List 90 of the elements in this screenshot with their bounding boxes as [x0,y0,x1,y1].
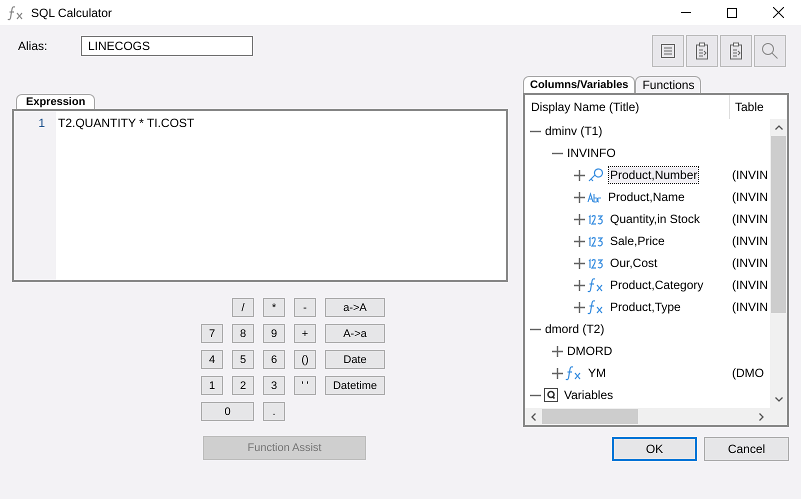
keypad-key[interactable]: 7 [201,324,223,343]
clipboard-icon [695,42,709,60]
list-icon [660,43,676,59]
dialog-button[interactable]: OK [612,437,697,461]
table-cell-text: (DMO [732,366,765,380]
keypad-key[interactable]: 8 [232,324,254,343]
keypad-key[interactable]: 6 [263,350,285,369]
keypad-key[interactable]: 1 [201,376,223,395]
keypad-key[interactable]: 9 [263,324,285,343]
tree-item[interactable]: Variables [562,386,616,404]
scroll-down-icon[interactable] [774,397,782,402]
tree-item[interactable]: Our,Cost [608,254,660,272]
toolbar-button[interactable] [686,35,718,67]
tab[interactable]: Functions [635,76,702,93]
code-line: T2.QUANTITY * TI.COST [58,116,194,130]
table-cell-text: (INVIN [732,278,769,292]
tree-item[interactable]: Quantity,in Stock [608,210,702,228]
table-cell-text: (INVIN [732,212,769,226]
keypad-key[interactable]: A->a [325,324,385,343]
table-cell-text: (INVIN [732,190,769,204]
column-header[interactable]: Display Name (Title) [525,95,730,119]
expand-icon[interactable] [552,346,563,356]
table-cell-text: (INVIN [732,300,769,314]
toolbar-button[interactable] [652,35,684,67]
text-type-icon [587,190,603,204]
tab[interactable]: Columns/Variables [523,76,636,93]
keypad-key[interactable]: a->A [325,298,385,317]
table-cell-text: (INVIN [732,256,769,270]
tree-item[interactable]: Product,Number [608,166,700,184]
dialog-button[interactable]: Cancel [704,437,789,461]
close-icon[interactable] [772,7,784,18]
expand-icon[interactable] [574,192,585,202]
column-header[interactable]: Table [730,100,764,114]
query-icon [543,387,559,403]
keypad-key[interactable]: / [232,298,254,317]
key-icon [587,167,605,183]
tree-item[interactable]: INVINFO [565,144,618,162]
window-title: SQL Calculator [31,6,112,20]
scroll-right-icon[interactable] [759,412,764,420]
keypad-key[interactable]: Datetime [325,376,385,395]
clipboard-icon [729,42,743,60]
alias-label: Alias: [17,39,48,53]
tree-item[interactable]: Product,Name [606,188,687,206]
keypad-key[interactable]: () [294,350,316,369]
expand-icon[interactable] [574,170,585,180]
tree-item[interactable]: Sale,Price [608,232,667,250]
expand-icon[interactable] [574,280,585,290]
scroll-left-icon[interactable] [531,412,536,420]
tree-item[interactable]: Product,Category [608,276,706,294]
expression-tab[interactable]: Expression [16,94,96,109]
search-icon [761,42,779,60]
function-icon [565,365,583,381]
expand-icon[interactable] [552,368,563,378]
table-cell-text: (INVIN [732,168,769,182]
expand-icon[interactable] [574,302,585,312]
alias-field[interactable]: LINECOGS [81,36,253,56]
number-type-icon [587,234,605,248]
keypad-key[interactable]: 4 [201,350,223,369]
keypad-key[interactable]: 3 [263,376,285,395]
horizontal-scrollbar[interactable] [525,408,787,425]
keypad-key[interactable]: * [263,298,285,317]
number-type-icon [587,212,605,226]
expand-icon[interactable] [574,214,585,224]
toolbar-button[interactable] [720,35,752,67]
toolbar-button[interactable] [754,35,786,67]
tree-item[interactable]: YM [586,364,608,382]
keypad-key[interactable]: 0 [201,402,254,421]
number-type-icon [587,256,605,270]
expand-icon[interactable] [574,258,585,268]
expand-icon[interactable] [574,236,585,246]
keypad-key[interactable]: + [294,324,316,343]
tree-item[interactable]: dminv (T1) [543,122,604,140]
app-icon [7,4,25,20]
expression-editor[interactable]: 1 T2.QUANTITY * TI.COST [12,109,508,282]
keypad-key[interactable]: 5 [232,350,254,369]
keypad-key[interactable]: - [294,298,316,317]
vertical-scrollbar[interactable] [770,119,787,408]
keypad-key[interactable]: ' ' [294,376,316,395]
table-cell-text: (INVIN [732,234,769,248]
tree-item[interactable]: DMORD [565,342,614,360]
tree-item[interactable]: Product,Type [608,298,683,316]
maximize-icon[interactable] [727,8,737,18]
line-number: 1 [38,116,46,130]
scroll-up-icon[interactable] [774,125,782,130]
keypad-key[interactable]: . [263,402,285,421]
function-icon [587,299,605,315]
keypad-key[interactable]: 2 [232,376,254,395]
tree-item[interactable]: dmord (T2) [543,320,606,338]
function-icon [587,277,605,293]
keypad-key[interactable]: Date [325,350,385,369]
